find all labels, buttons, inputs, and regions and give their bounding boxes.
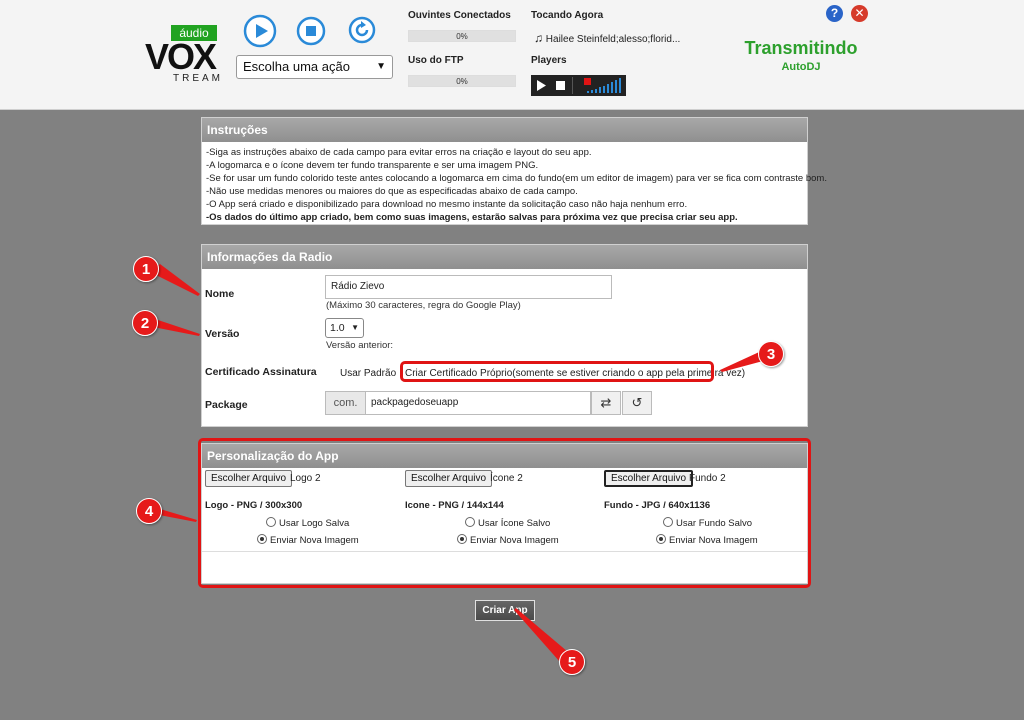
- instruction-line: -O App será criado e disponibilizado par…: [206, 199, 688, 210]
- chevron-down-icon: ▼: [376, 61, 386, 72]
- version-select-value: 1.0: [330, 322, 345, 334]
- player-record-icon: [584, 78, 591, 85]
- cert-label: Certificado Assinatura: [205, 366, 317, 378]
- annotation-marker: 5: [559, 649, 585, 675]
- version-label: Versão: [205, 328, 240, 340]
- annotation-marker: 3: [758, 341, 784, 367]
- name-input[interactable]: Rádio Zievo: [325, 275, 612, 299]
- package-label: Package: [205, 399, 248, 411]
- audio-tag: áudio: [171, 25, 217, 41]
- instructions-panel: Instruções -Siga as instruções abaixo de…: [201, 117, 827, 228]
- ftp-progress: 0%: [408, 75, 516, 87]
- instructions-list: -Siga as instruções abaixo de cada campo…: [202, 142, 827, 228]
- annotation-marker: 4: [136, 498, 162, 524]
- action-select[interactable]: Escolha uma ação ▼: [236, 55, 393, 79]
- music-note-icon: ♫: [534, 31, 543, 45]
- annotation-marker: 1: [133, 256, 159, 282]
- listeners-label: Ouvintes Conectados: [408, 10, 511, 21]
- name-hint: (Máximo 30 caracteres, regra do Google P…: [326, 300, 521, 311]
- instruction-line-bold: -Os dados do último app criado, bem como…: [206, 212, 738, 223]
- logo-sub-text: TREAM: [173, 73, 223, 83]
- version-hint: Versão anterior:: [326, 340, 394, 351]
- now-playing-track: ♫ Hailee Steinfeld;alesso;florid...: [534, 31, 680, 45]
- create-app-button[interactable]: Criar App: [475, 600, 535, 621]
- ftp-label: Uso do FTP: [408, 55, 464, 66]
- logo-main-text: VOX: [145, 36, 217, 77]
- instruction-line: -Siga as instruções abaixo de cada campo…: [206, 147, 592, 158]
- package-input[interactable]: packpagedoseuapp: [365, 391, 591, 415]
- play-icon[interactable]: [243, 14, 277, 48]
- broadcast-mode: AutoDJ: [781, 61, 821, 73]
- mini-player[interactable]: [531, 75, 626, 96]
- annotation-marker: 2: [132, 310, 158, 336]
- help-icon[interactable]: ?: [826, 5, 843, 22]
- now-playing-label: Tocando Agora: [531, 10, 604, 21]
- player-stop-icon: [556, 81, 565, 90]
- instruction-line: -Se for usar um fundo colorido teste ant…: [206, 173, 827, 184]
- refresh-icon[interactable]: [348, 16, 376, 44]
- highlight-customization: [198, 438, 811, 588]
- top-header: VOX TREAM áudio Escolha uma ação ▼ Ouvin…: [0, 0, 1024, 110]
- listeners-progress: 0%: [408, 30, 516, 42]
- broadcast-status: Transmitindo: [744, 38, 858, 58]
- swap-icon[interactable]: ⇄: [591, 391, 621, 415]
- radio-info-title: Informações da Radio: [202, 245, 807, 269]
- highlight-cert: [400, 361, 714, 382]
- reset-icon[interactable]: ↺: [622, 391, 652, 415]
- package-prefix: com.: [325, 391, 366, 415]
- action-select-value: Escolha uma ação: [243, 59, 350, 74]
- chevron-down-icon: ▼: [351, 323, 359, 332]
- now-playing-text: Hailee Steinfeld;alesso;florid...: [545, 34, 681, 45]
- stop-icon[interactable]: [296, 16, 326, 46]
- instruction-line: -A logomarca e o ícone devem ter fundo t…: [206, 160, 539, 171]
- close-icon[interactable]: ✕: [851, 5, 868, 22]
- name-label: Nome: [205, 288, 235, 300]
- players-label: Players: [531, 55, 567, 66]
- cert-default-option[interactable]: Usar Padrão: [340, 368, 396, 379]
- version-select[interactable]: 1.0 ▼: [325, 318, 364, 338]
- instruction-line: -Não use medidas menores ou maiores do q…: [206, 186, 578, 197]
- instructions-title: Instruções: [202, 118, 807, 142]
